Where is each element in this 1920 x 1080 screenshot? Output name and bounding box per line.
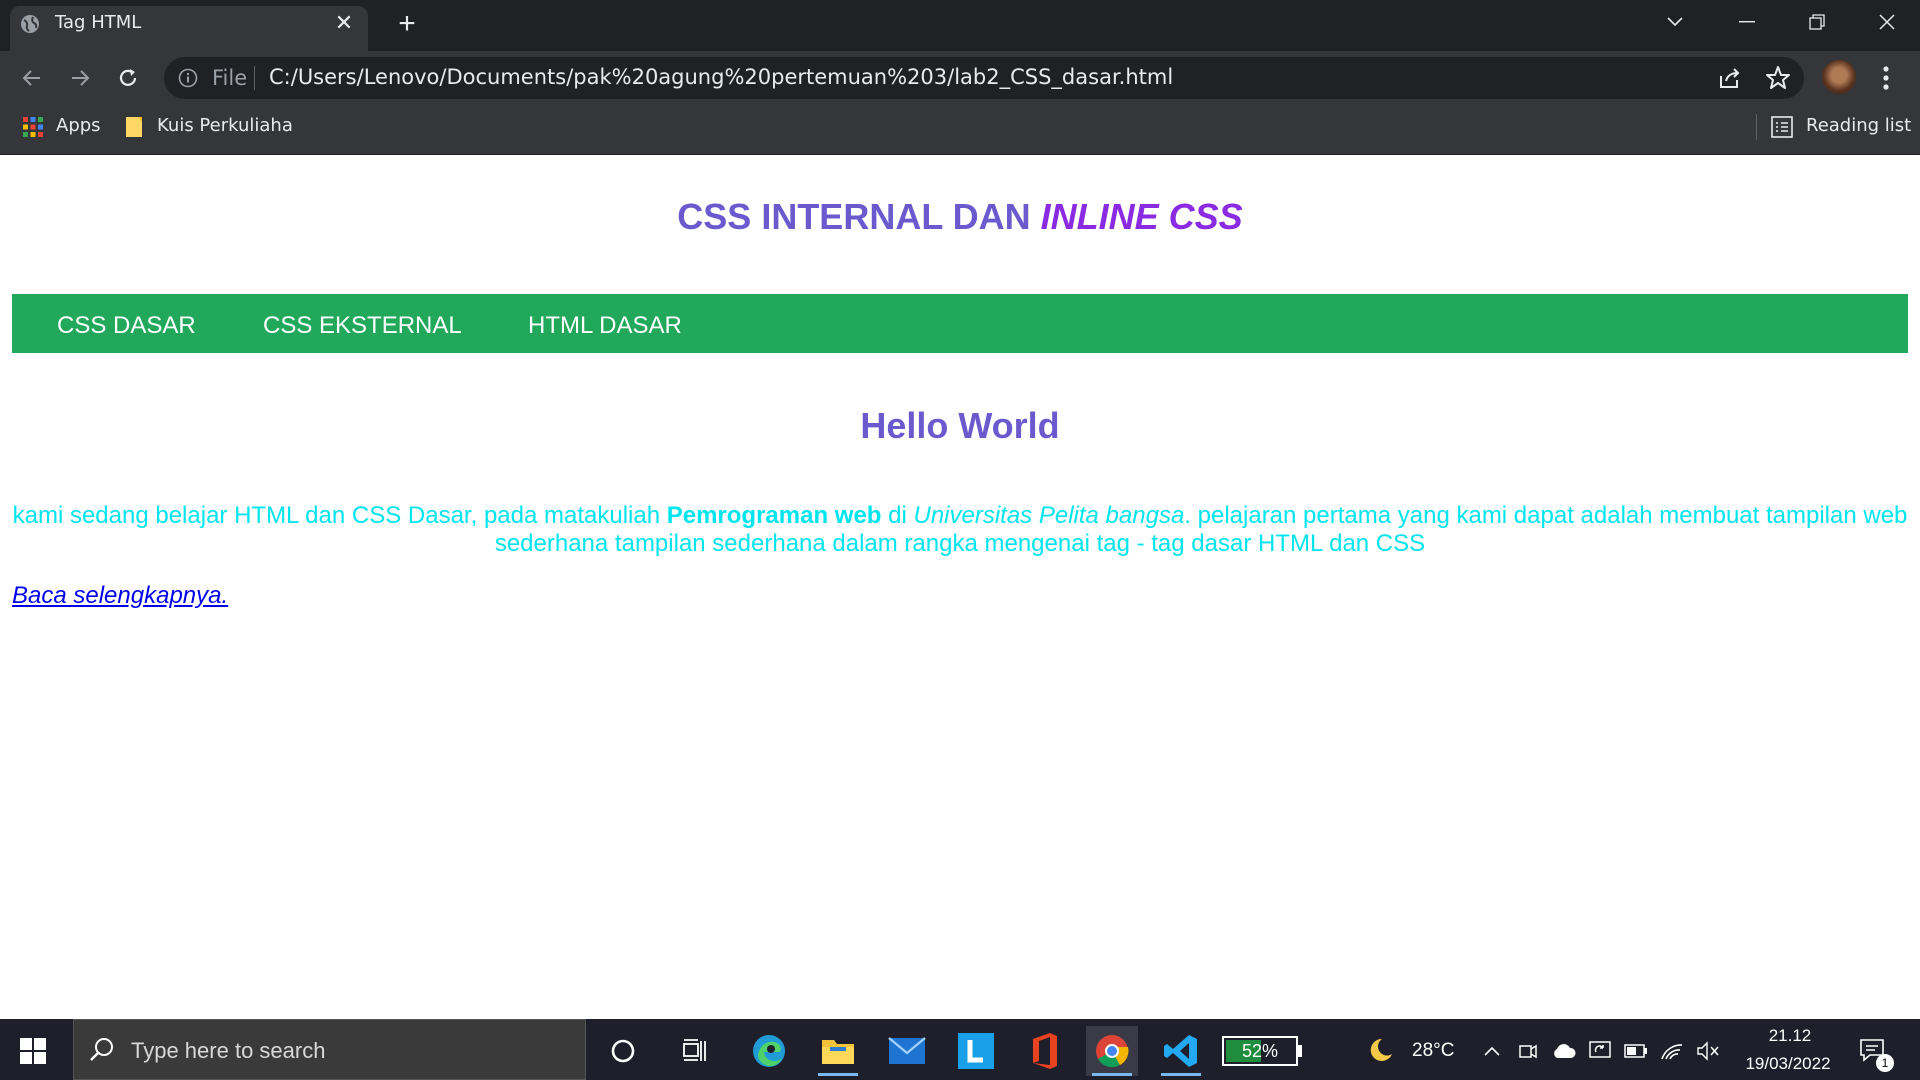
paragraph-italic: Universitas Pelita bangsa — [913, 502, 1185, 529]
info-icon[interactable] — [178, 68, 198, 88]
meet-now-icon[interactable] — [1515, 1038, 1541, 1064]
paragraph-bold: Pemrograman web — [666, 502, 882, 529]
more-menu-icon[interactable] — [1876, 62, 1896, 94]
wifi-icon[interactable] — [1659, 1038, 1685, 1064]
sync-display-icon[interactable] — [1587, 1038, 1613, 1064]
battery-icon[interactable] — [1623, 1038, 1649, 1064]
battery-nub — [1298, 1045, 1302, 1057]
minimize-icon[interactable] — [1722, 0, 1772, 44]
speaker-muted-icon[interactable] — [1695, 1038, 1721, 1064]
folder-icon — [126, 117, 142, 137]
intro-paragraph: kami sedang belajar HTML dan CSS Dasar, … — [12, 502, 1908, 558]
profile-avatar[interactable] — [1822, 60, 1856, 94]
forward-arrow-icon[interactable] — [62, 60, 98, 96]
l-app-icon[interactable] — [950, 1026, 1002, 1076]
paragraph-text-2: di — [881, 502, 914, 529]
nav-link-html-dasar[interactable]: HTML DASAR — [528, 312, 682, 340]
edge-browser-icon[interactable] — [743, 1026, 795, 1076]
search-placeholder: Type here to search — [131, 1038, 326, 1063]
url-divider — [254, 66, 255, 90]
apps-grid-icon[interactable] — [23, 117, 43, 137]
task-view-icon[interactable] — [669, 1026, 721, 1076]
reading-list-icon[interactable] — [1771, 116, 1793, 138]
chevron-up-icon[interactable] — [1479, 1038, 1505, 1064]
mail-icon[interactable] — [881, 1026, 933, 1076]
active-app-indicator — [818, 1073, 858, 1076]
bookmark-kuis-perkuliaha[interactable]: Kuis Perkuliaha — [157, 115, 293, 136]
tab-title: Tag HTML — [55, 12, 142, 33]
reading-list-divider — [1756, 114, 1757, 140]
star-icon[interactable] — [1764, 64, 1792, 92]
close-tab-icon[interactable]: ✕ — [330, 9, 358, 37]
onedrive-cloud-icon[interactable] — [1551, 1038, 1577, 1064]
clock-time[interactable]: 21.12 — [1760, 1026, 1820, 1046]
file-scheme-label: File — [212, 66, 248, 90]
reading-list-button[interactable]: Reading list — [1806, 115, 1911, 136]
back-arrow-icon[interactable] — [14, 60, 50, 96]
paragraph-text-1: kami sedang belajar HTML dan CSS Dasar, … — [12, 502, 667, 529]
moon-weather-icon[interactable] — [1366, 1036, 1394, 1064]
file-explorer-icon[interactable] — [812, 1026, 864, 1076]
bookmark-apps[interactable]: Apps — [56, 115, 101, 136]
new-tab-button[interactable]: + — [390, 8, 424, 42]
url-text[interactable]: C:/Users/Lenovo/Documents/pak%20agung%20… — [269, 65, 1173, 89]
share-icon[interactable] — [1716, 64, 1744, 92]
cortana-icon[interactable] — [597, 1026, 649, 1076]
office-icon[interactable] — [1019, 1026, 1071, 1076]
page-title-text: CSS INTERNAL DAN — [677, 196, 1041, 237]
active-app-indicator — [1092, 1073, 1132, 1076]
reload-icon[interactable] — [110, 60, 146, 96]
hello-heading: Hello World — [860, 405, 1060, 446]
temperature[interactable]: 28°C — [1412, 1040, 1454, 1062]
page-title-italic: INLINE CSS — [1040, 196, 1243, 237]
windows-start-icon[interactable] — [20, 1038, 46, 1064]
chrome-icon[interactable] — [1086, 1026, 1138, 1076]
clock-date[interactable]: 19/03/2022 — [1728, 1054, 1848, 1074]
battery-percent: 52% — [1241, 1041, 1279, 1061]
page-viewport — [0, 155, 1920, 1019]
tab-search-icon[interactable] — [1650, 0, 1700, 44]
page-title: CSS INTERNAL DAN INLINE CSS — [0, 196, 1920, 238]
search-icon — [90, 1038, 113, 1061]
notification-badge: 1 — [1876, 1054, 1894, 1072]
globe-icon — [21, 15, 39, 33]
close-window-icon[interactable] — [1862, 0, 1912, 44]
read-more-link[interactable]: Baca selengkapnya. — [12, 582, 228, 610]
restore-icon[interactable] — [1792, 0, 1842, 44]
battery-meter-widget[interactable]: 52% — [1222, 1036, 1298, 1066]
active-app-indicator — [1161, 1073, 1201, 1076]
nav-link-css-dasar[interactable]: CSS DASAR — [57, 312, 196, 340]
nav-link-css-eksternal[interactable]: CSS EKSTERNAL — [263, 312, 462, 340]
vscode-icon[interactable] — [1155, 1026, 1207, 1076]
